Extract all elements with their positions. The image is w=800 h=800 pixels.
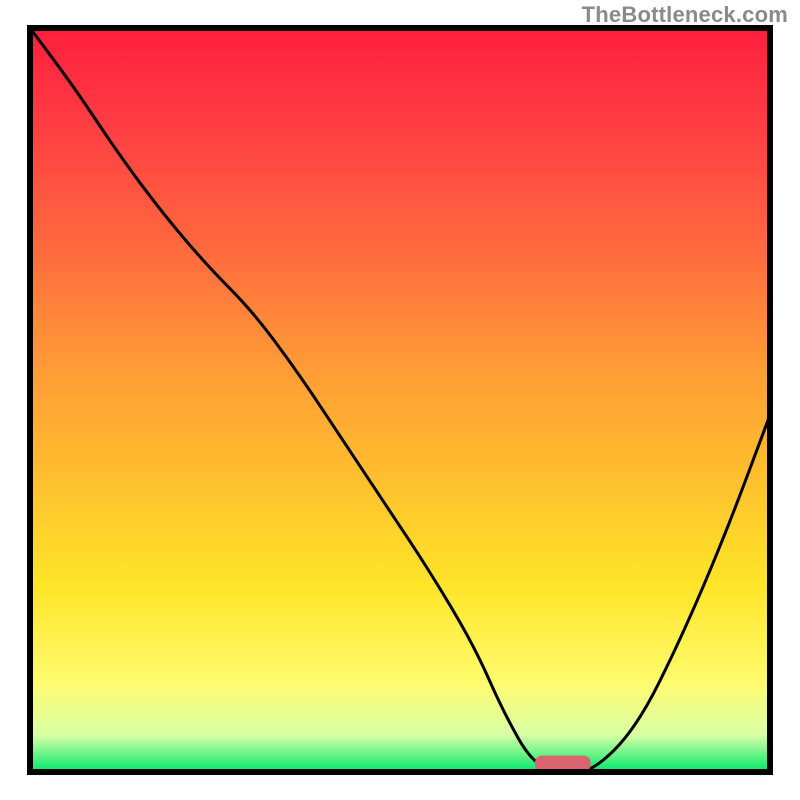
watermark-label: TheBottleneck.com — [582, 2, 788, 28]
plot-background — [30, 28, 770, 772]
bottleneck-chart — [0, 0, 800, 800]
